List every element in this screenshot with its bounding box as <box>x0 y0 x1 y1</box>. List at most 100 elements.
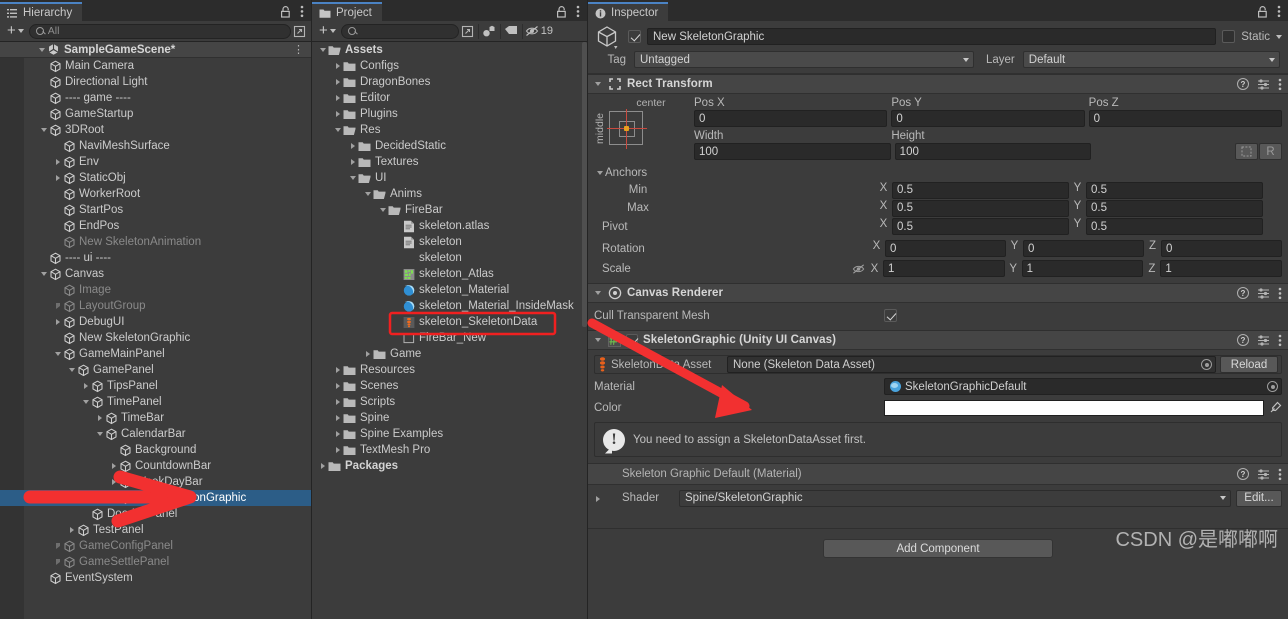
hierarchy-item[interactable]: StaticObj <box>0 170 311 186</box>
pivot-y-field[interactable]: 0.5 <box>1086 218 1263 235</box>
raw-edit-mode-button[interactable]: R <box>1259 143 1283 160</box>
reload-button[interactable]: Reload <box>1220 356 1278 373</box>
tree-expand-toggle[interactable] <box>52 346 63 362</box>
hierarchy-item[interactable]: TipsPanel <box>0 378 311 394</box>
tree-expand-toggle[interactable] <box>317 42 328 58</box>
tree-expand-toggle[interactable] <box>347 138 358 154</box>
hierarchy-item[interactable]: StartPos <box>0 202 311 218</box>
tree-expand-toggle[interactable] <box>332 442 343 458</box>
width-field[interactable]: 100 <box>694 143 891 160</box>
project-search[interactable] <box>340 23 495 39</box>
project-item[interactable]: Spine Examples <box>312 426 587 442</box>
hierarchy-filter-popout-icon[interactable] <box>291 24 308 39</box>
object-picker-icon[interactable] <box>1201 359 1212 370</box>
tree-expand-toggle[interactable] <box>332 378 343 394</box>
material-expand-toggle[interactable] <box>592 491 603 507</box>
lock-icon[interactable] <box>1257 5 1268 18</box>
project-item[interactable]: DecidedStatic <box>312 138 587 154</box>
canvas-renderer-expand-toggle[interactable] <box>592 285 603 301</box>
project-menu-icon[interactable] <box>576 5 580 18</box>
help-icon[interactable]: ? <box>1237 468 1249 480</box>
project-item[interactable]: skeleton <box>312 250 587 266</box>
tree-expand-toggle[interactable] <box>377 202 388 218</box>
tree-expand-toggle[interactable] <box>332 426 343 442</box>
static-dropdown-caret-icon[interactable] <box>1276 34 1282 39</box>
tree-expand-toggle[interactable] <box>332 58 343 74</box>
project-item[interactable]: skeleton_Material <box>312 282 587 298</box>
project-item[interactable]: Scenes <box>312 378 587 394</box>
object-picker-icon[interactable] <box>1267 381 1278 392</box>
skeleton-graphic-expand-toggle[interactable] <box>592 332 603 348</box>
scene-expand-toggle[interactable] <box>36 42 47 58</box>
hierarchy-item[interactable]: CalendarBar <box>0 426 311 442</box>
project-item[interactable]: skeleton.atlas <box>312 218 587 234</box>
component-header-skeleton-graphic[interactable]: SkeletonGraphic (Unity UI Canvas) ? <box>588 330 1288 350</box>
eyedropper-icon[interactable] <box>1269 401 1282 414</box>
create-asset-button[interactable]: + <box>315 23 341 40</box>
tree-expand-toggle[interactable] <box>362 346 373 362</box>
project-item-highlighted[interactable]: skeleton_SkeletonData <box>312 314 587 330</box>
project-item[interactable]: Spine <box>312 410 587 426</box>
project-item[interactable]: Configs <box>312 58 587 74</box>
color-swatch[interactable] <box>884 399 1264 416</box>
gameobject-name-field[interactable]: New SkeletonGraphic <box>647 28 1217 45</box>
project-item[interactable]: Textures <box>312 154 587 170</box>
tree-expand-toggle[interactable] <box>347 154 358 170</box>
hierarchy-item[interactable]: Background <box>0 442 311 458</box>
tree-expand-toggle[interactable] <box>52 538 63 554</box>
pos-z-field[interactable]: 0 <box>1088 110 1282 127</box>
hierarchy-item[interactable]: EventSystem <box>0 570 311 586</box>
scale-x-field[interactable]: 1 <box>883 260 1005 277</box>
component-menu-icon[interactable] <box>1278 287 1282 300</box>
project-search-input[interactable] <box>359 25 495 37</box>
hierarchy-item[interactable]: Canvas <box>0 266 311 282</box>
anchors-foldout[interactable]: Anchors <box>594 164 1282 181</box>
anchor-preset-box[interactable] <box>607 109 647 149</box>
tree-expand-toggle[interactable] <box>94 426 105 442</box>
anchor-max-x-field[interactable]: 0.5 <box>892 199 1069 217</box>
project-item[interactable]: TextMesh Pro <box>312 442 587 458</box>
anchor-preset-widget[interactable]: center middle <box>594 97 694 160</box>
hierarchy-item-selected[interactable]: New SkeletonGraphic <box>0 490 311 506</box>
project-item[interactable]: FireBar_New <box>312 330 587 346</box>
help-icon[interactable]: ? <box>1237 287 1249 299</box>
static-checkbox[interactable] <box>1222 30 1236 43</box>
project-item[interactable]: UI <box>312 170 587 186</box>
lock-icon[interactable] <box>280 5 291 18</box>
tag-dropdown[interactable]: Untagged <box>634 51 974 68</box>
preset-icon[interactable] <box>1257 468 1270 481</box>
skeleton-data-asset-field[interactable]: None (Skeleton Data Asset) <box>727 356 1216 373</box>
tree-expand-toggle[interactable] <box>52 314 63 330</box>
hierarchy-item[interactable]: Env <box>0 154 311 170</box>
filter-by-label-icon[interactable] <box>503 24 520 39</box>
project-item[interactable]: skeleton <box>312 234 587 250</box>
anchor-max-y-field[interactable]: 0.5 <box>1086 199 1263 217</box>
scene-root-row[interactable]: SampleGameScene* ⋮ <box>0 42 311 58</box>
hierarchy-item[interactable]: Directional Light <box>0 74 311 90</box>
tree-expand-toggle[interactable] <box>52 298 63 314</box>
hierarchy-item[interactable]: New SkeletonAnimation <box>0 234 311 250</box>
hierarchy-item[interactable]: TimeBar <box>0 410 311 426</box>
tree-expand-toggle[interactable] <box>317 458 328 474</box>
pivot-x-field[interactable]: 0.5 <box>892 218 1069 235</box>
project-item[interactable]: Packages <box>312 458 587 474</box>
tree-expand-toggle[interactable] <box>80 394 91 410</box>
hierarchy-item[interactable]: 3DRoot <box>0 122 311 138</box>
tree-expand-toggle[interactable] <box>66 362 77 378</box>
tree-expand-toggle[interactable] <box>332 106 343 122</box>
hierarchy-item[interactable]: DoorHPPanel <box>0 506 311 522</box>
hierarchy-item[interactable]: TestPanel <box>0 522 311 538</box>
hierarchy-item[interactable]: WorkerRoot <box>0 186 311 202</box>
tree-expand-toggle[interactable] <box>332 122 343 138</box>
tree-expand-toggle[interactable] <box>108 474 119 490</box>
scene-menu-icon[interactable]: ⋮ <box>293 43 311 56</box>
layer-dropdown[interactable]: Default <box>1022 51 1280 68</box>
tree-expand-toggle[interactable] <box>347 170 358 186</box>
project-item[interactable]: DragonBones <box>312 74 587 90</box>
shader-dropdown[interactable]: Spine/SkeletonGraphic <box>679 489 1231 507</box>
tab-hierarchy[interactable]: Hierarchy <box>0 2 83 22</box>
hidden-packages-toggle[interactable]: 19 <box>525 24 555 39</box>
hierarchy-item[interactable]: GameSettlePanel <box>0 554 311 570</box>
project-item[interactable]: Game <box>312 346 587 362</box>
hierarchy-item[interactable]: GameMainPanel <box>0 346 311 362</box>
